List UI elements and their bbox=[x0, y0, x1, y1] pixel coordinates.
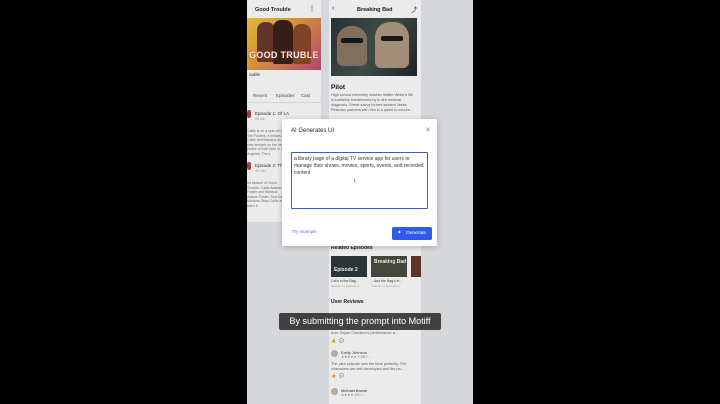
generate-button[interactable]: ✦ Generate bbox=[392, 227, 432, 240]
dialog-title: AI Generates UI bbox=[291, 128, 335, 134]
generate-label: Generate bbox=[406, 231, 427, 236]
ai-generate-dialog: AI Generates UI ✕ a library page of a di… bbox=[282, 119, 437, 246]
sparkle-icon: ✦ bbox=[397, 230, 402, 236]
prompt-input[interactable]: a library page of a digital TV service a… bbox=[291, 152, 428, 209]
text-cursor-icon: I bbox=[354, 179, 356, 185]
try-example-link[interactable]: Try example bbox=[292, 229, 317, 234]
close-icon[interactable]: ✕ bbox=[425, 126, 431, 134]
app-frame: Good Trouble ⋮ GOOD TRUBLE ouble Recent … bbox=[247, 0, 473, 404]
video-caption: By submitting the prompt into Motiff bbox=[279, 313, 441, 330]
